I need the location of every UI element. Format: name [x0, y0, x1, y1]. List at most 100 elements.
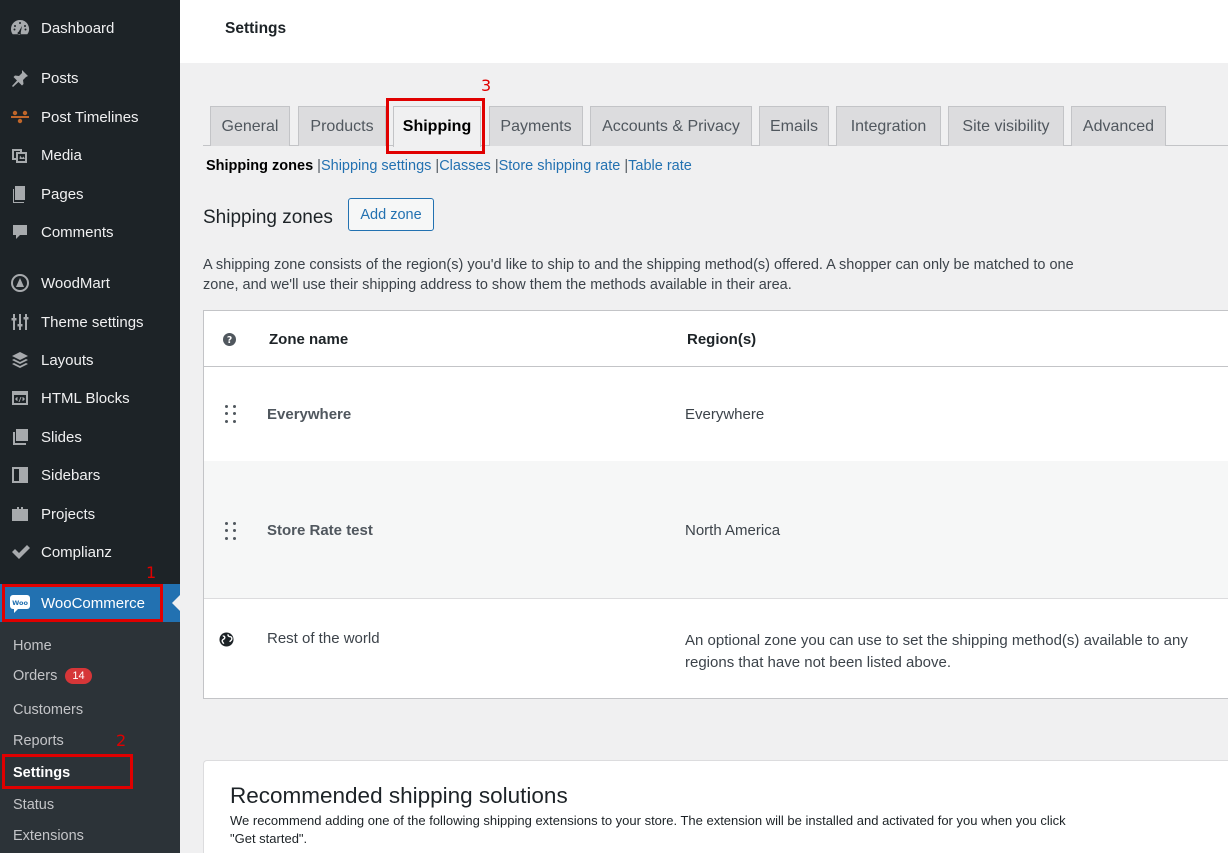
menu-woocommerce-label: WooCommerce [41, 594, 145, 612]
current-menu-arrow [172, 595, 180, 611]
tab-shipping[interactable]: Shipping [393, 106, 481, 147]
menu-pages-label: Pages [41, 185, 84, 203]
subnav-classes[interactable]: Classes [439, 158, 491, 174]
submenu-extensions[interactable]: Extensions [13, 828, 84, 844]
recommended-title: Recommended shipping solutions [230, 783, 568, 808]
menu-html-blocks[interactable]: HTML Blocks [0, 380, 180, 416]
submenu-home[interactable]: Home [13, 638, 52, 654]
briefcase-icon [9, 503, 31, 525]
submenu-orders-label: Orders [13, 668, 58, 684]
menu-slides[interactable]: Slides [0, 419, 180, 455]
drag-handle-icon[interactable] [225, 522, 237, 540]
shipping-subnav: Shipping zones |Shipping settings |Class… [206, 158, 692, 174]
subnav-table-rate[interactable]: Table rate [628, 158, 692, 174]
table-row-rest-of-world[interactable]: Rest of the world An optional zone you c… [204, 600, 1228, 699]
timeline-icon [9, 106, 31, 128]
menu-woodmart[interactable]: WoodMart [0, 265, 180, 301]
tab-products[interactable]: Products [298, 106, 386, 146]
submenu-customers[interactable]: Customers [13, 702, 83, 718]
menu-post-timelines[interactable]: Post Timelines [0, 99, 180, 135]
woo-icon: Woo [9, 592, 31, 614]
annotation-number-1: 1 [146, 563, 157, 582]
tab-integration[interactable]: Integration [836, 106, 941, 146]
menu-comments[interactable]: Comments [0, 214, 180, 250]
pages-icon [9, 183, 31, 205]
shipping-zones-description: A shipping zone consists of the region(s… [203, 257, 1074, 293]
submenu-status-label: Status [13, 797, 55, 813]
code-block-icon [9, 387, 31, 409]
tab-accounts-privacy[interactable]: Accounts & Privacy [590, 106, 752, 146]
menu-post-timelines-label: Post Timelines [41, 108, 139, 126]
menu-complianz-label: Complianz [41, 543, 112, 561]
submenu-reports[interactable]: Reports [13, 733, 64, 749]
tab-general[interactable]: General [210, 106, 290, 146]
shipping-zones-table: ? Zone name Region(s) Everywhere Everywh… [203, 310, 1228, 699]
submenu-status[interactable]: Status [13, 797, 54, 813]
tab-site-visibility[interactable]: Site visibility [948, 106, 1064, 146]
sliders-icon [9, 311, 31, 333]
submenu-home-label: Home [13, 638, 52, 654]
svg-text:?: ? [227, 335, 232, 346]
menu-comments-label: Comments [41, 223, 114, 241]
woocommerce-submenu: Home Orders 14 Customers Reports Setting… [0, 622, 180, 853]
add-zone-button[interactable]: Add zone [348, 198, 434, 231]
menu-sidebars-label: Sidebars [41, 466, 101, 484]
annotation-number-2: 2 [116, 731, 127, 750]
tab-payments[interactable]: Payments [489, 106, 583, 146]
submenu-orders[interactable]: Orders 14 [13, 668, 92, 684]
orders-count-badge: 14 [65, 668, 92, 684]
menu-posts[interactable]: Posts [0, 60, 180, 96]
globe-icon [219, 632, 234, 652]
recommended-shipping-panel: Recommended shipping solutions We recomm… [203, 760, 1228, 853]
submenu-extensions-label: Extensions [13, 828, 84, 844]
menu-projects[interactable]: Projects [0, 496, 180, 532]
slides-icon [9, 426, 31, 448]
menu-posts-label: Posts [41, 69, 79, 87]
menu-projects-label: Projects [41, 505, 96, 523]
menu-html-blocks-label: HTML Blocks [41, 389, 130, 407]
menu-theme-settings[interactable]: Theme settings [0, 304, 180, 340]
subnav-store-shipping-rate[interactable]: Store shipping rate [499, 158, 621, 174]
sidebar-icon [9, 464, 31, 486]
column-zone-name: Zone name [269, 331, 349, 348]
menu-media[interactable]: Media [0, 137, 180, 173]
submenu-reports-label: Reports [13, 733, 64, 749]
menu-pages[interactable]: Pages [0, 176, 180, 212]
pin-icon [9, 67, 31, 89]
help-icon[interactable]: ? [223, 333, 236, 351]
layers-icon [9, 349, 31, 371]
zone-region: Everywhere [685, 406, 765, 423]
menu-sidebars[interactable]: Sidebars [0, 457, 180, 493]
table-row[interactable]: Store Rate test North America [204, 461, 1228, 599]
menu-woocommerce[interactable]: Woo WooCommerce [0, 584, 180, 622]
zone-region: North America [685, 522, 781, 539]
submenu-customers-label: Customers [13, 702, 84, 718]
zone-name[interactable]: Store Rate test [267, 522, 373, 539]
page-title: Settings [225, 20, 287, 37]
table-header: ? Zone name Region(s) [204, 311, 1228, 367]
recommended-description: We recommend adding one of the following… [230, 813, 1066, 846]
svg-text:Woo: Woo [12, 599, 28, 607]
annotation-number-3: 3 [481, 76, 492, 95]
drag-handle-icon[interactable] [225, 405, 237, 423]
submenu-settings[interactable]: Settings [13, 765, 70, 781]
checkmark-icon [9, 541, 31, 563]
menu-layouts-label: Layouts [41, 351, 94, 369]
zone-name[interactable]: Rest of the world [267, 630, 380, 647]
tab-advanced[interactable]: Advanced [1071, 106, 1166, 146]
menu-dashboard-label: Dashboard [41, 19, 115, 37]
menu-woodmart-label: WoodMart [41, 274, 110, 292]
menu-media-label: Media [41, 146, 82, 164]
zone-region: An optional zone you can use to set the … [685, 632, 1188, 671]
menu-layouts[interactable]: Layouts [0, 342, 180, 378]
zone-name[interactable]: Everywhere [267, 406, 351, 423]
tab-emails[interactable]: Emails [759, 106, 829, 146]
media-icon [9, 144, 31, 166]
menu-slides-label: Slides [41, 428, 82, 446]
menu-theme-settings-label: Theme settings [41, 313, 144, 331]
subnav-shipping-settings[interactable]: Shipping settings [321, 158, 431, 174]
woodmart-icon [9, 272, 31, 294]
submenu-settings-label: Settings [13, 765, 71, 781]
table-row[interactable]: Everywhere Everywhere [204, 367, 1228, 461]
menu-dashboard[interactable]: Dashboard [0, 10, 180, 46]
